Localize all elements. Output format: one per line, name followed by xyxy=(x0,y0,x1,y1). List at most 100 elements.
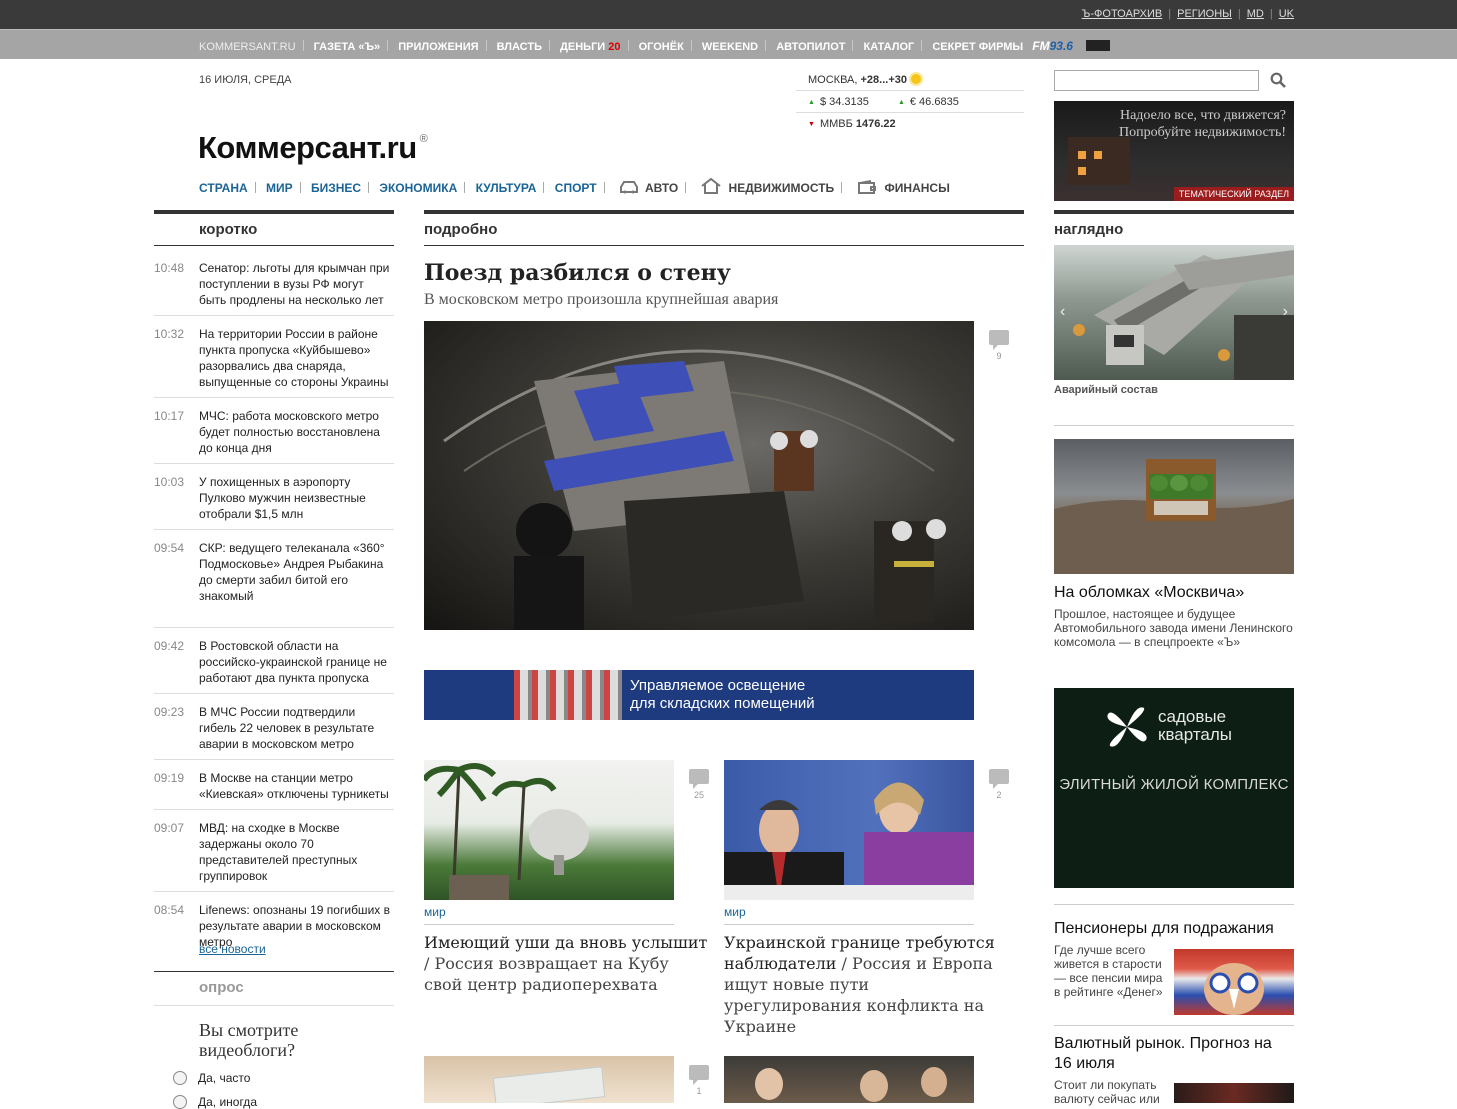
usd-rate[interactable]: $ 34.3135 xyxy=(820,96,869,108)
radio-button[interactable] xyxy=(173,1095,187,1109)
news-item[interactable]: 10:17 МЧС: работа московского метро будет… xyxy=(154,406,394,464)
section-ekonomika[interactable]: ЭКОНОМИКА xyxy=(379,181,457,195)
all-news-link[interactable]: все новости xyxy=(199,942,266,956)
comments-counter[interactable]: 25 xyxy=(689,769,709,800)
house-illustration xyxy=(1068,137,1130,185)
currency-photo[interactable] xyxy=(1174,1083,1294,1103)
news-text[interactable]: МВД: на сходке в Москве задержаны около … xyxy=(199,818,394,884)
story-category[interactable]: мир xyxy=(724,905,746,919)
top-link-photoarchive[interactable]: Ъ-ФОТОАРХИВ xyxy=(1082,8,1163,20)
news-text[interactable]: На территории России в районе пункта про… xyxy=(199,324,394,390)
photo-caption[interactable]: Аварийный состав xyxy=(1054,384,1158,396)
lighting-ad-banner[interactable]: Управляемое освещение для складских помещ… xyxy=(424,670,974,720)
story-photo-card[interactable] xyxy=(424,1056,674,1103)
main-story-subtitle[interactable]: В московском метро произошла крупнейшая … xyxy=(424,291,778,309)
story-title[interactable]: Украинской границе требуются наблюдатели… xyxy=(724,932,1004,1037)
story-title[interactable]: Имеющий уши да вновь услышит / Россия во… xyxy=(424,932,709,995)
news-text[interactable]: МЧС: работа московского метро будет полн… xyxy=(199,406,394,456)
pensioners-photo[interactable] xyxy=(1174,949,1294,1015)
news-item[interactable]: 09:42 В Ростовской области на российско-у… xyxy=(154,636,394,694)
train-wreck-photo[interactable]: ‹ › xyxy=(1054,245,1294,380)
section-kultura[interactable]: КУЛЬТУРА xyxy=(476,181,537,195)
micex-value[interactable]: 1476.22 xyxy=(856,118,896,130)
special-project-title[interactable]: На обломках «Москвича» xyxy=(1054,583,1244,603)
section-sport[interactable]: СПОРТ xyxy=(555,181,597,195)
next-arrow-icon[interactable]: › xyxy=(1274,303,1288,321)
nav-item-katalog[interactable]: КАТАЛОГ xyxy=(864,41,915,53)
nav-item-vlast[interactable]: ВЛАСТЬ xyxy=(497,41,542,53)
pensioners-title[interactable]: Пенсионеры для подражания xyxy=(1054,919,1274,939)
currency-forecast-text: Стоит ли покупать валюту сейчас или xyxy=(1054,1078,1160,1106)
house-icon xyxy=(700,177,721,194)
news-time: 09:07 xyxy=(154,821,185,835)
news-item[interactable]: 08:54 Lifenews: опознаны 19 погибших в ре… xyxy=(154,900,394,957)
story-photo-poroshenko-merkel[interactable] xyxy=(724,760,974,900)
poll-option[interactable]: Да, иногда xyxy=(173,1095,257,1109)
top-link-md[interactable]: MD xyxy=(1247,8,1264,20)
main-story-photo[interactable] xyxy=(424,321,974,630)
fm-logo[interactable]: FM93.6 xyxy=(1032,39,1073,53)
nav-item-ogonek[interactable]: ОГОНЁК xyxy=(639,41,684,53)
main-story-title[interactable]: Поезд разбился о стену xyxy=(424,260,731,286)
moskvich-photo[interactable] xyxy=(1054,439,1294,574)
news-item[interactable]: 10:32 На территории России в районе пункт… xyxy=(154,324,394,398)
radio-button[interactable] xyxy=(173,1071,187,1085)
news-text[interactable]: В Москве на станции метро «Киевская» отк… xyxy=(199,768,394,802)
comments-counter[interactable]: 1 xyxy=(689,1065,709,1096)
news-item[interactable]: 09:54 СКР: ведущего телеканала «360° Подм… xyxy=(154,538,394,628)
dengi-badge: 20 xyxy=(608,41,621,53)
top-link-uk[interactable]: UK xyxy=(1279,8,1294,20)
news-text[interactable]: В Ростовской области на российско-украин… xyxy=(199,636,394,686)
section-biznes[interactable]: БИЗНЕС xyxy=(311,181,361,195)
car-icon xyxy=(619,181,638,194)
ad-label: ТЕМАТИЧЕСКИЙ РАЗДЕЛ xyxy=(1174,187,1294,201)
micex-label: ММВБ xyxy=(819,118,853,130)
nav-item-site[interactable]: KOMMERSANT.RU xyxy=(199,41,296,53)
news-item[interactable]: 10:03 У похищенных в аэропорту Пулково му… xyxy=(154,472,394,530)
search-input[interactable] xyxy=(1054,70,1259,91)
nav-item-avtopilot[interactable]: АВТОПИЛОТ xyxy=(776,41,845,53)
section-avto[interactable]: АВТО xyxy=(645,181,678,195)
ad-tagline: ЭЛИТНЫЙ ЖИЛОЙ КОМПЛЕКС xyxy=(1059,776,1289,793)
nav-item-gazeta[interactable]: ГАЗЕТА «Ъ» xyxy=(314,41,381,53)
news-item[interactable]: 09:23 В МЧС России подтвердили гибель 22 … xyxy=(154,702,394,760)
news-text[interactable]: Сенатор: льготы для крымчан при поступле… xyxy=(199,258,394,308)
comments-counter[interactable]: 9 xyxy=(989,330,1009,361)
nav-item-prilozheniya[interactable]: ПРИЛОЖЕНИЯ xyxy=(398,41,478,53)
ak-logo-icon[interactable] xyxy=(1086,40,1111,51)
story-photo-cuba[interactable] xyxy=(424,760,674,900)
news-item[interactable]: 09:19 В Москве на станции метро «Киевская… xyxy=(154,768,394,810)
search-icon[interactable] xyxy=(1270,72,1286,88)
news-text[interactable]: СКР: ведущего телеканала «360° Подмосков… xyxy=(199,538,394,604)
eur-rate[interactable]: € 46.6835 xyxy=(910,96,959,108)
top-link-regions[interactable]: РЕГИОНЫ xyxy=(1177,8,1232,20)
currency-forecast-title[interactable]: Валютный рынок. Прогноз на 16 июля xyxy=(1054,1034,1294,1074)
story-category[interactable]: мир xyxy=(424,905,446,919)
currency-rates: ▲ $ 34.3135 ▲ € 46.6835 ▼ ММВБ 1476.22 xyxy=(796,90,1024,135)
pensioners-text: Где лучше всего живется в старости — все… xyxy=(1054,943,1163,999)
nav-item-weekend[interactable]: WEEKEND xyxy=(702,41,758,53)
section-finansy[interactable]: ФИНАНСЫ xyxy=(885,181,950,195)
prev-arrow-icon[interactable]: ‹ xyxy=(1060,303,1074,321)
news-text[interactable]: У похищенных в аэропорту Пулково мужчин … xyxy=(199,472,394,522)
section-mir[interactable]: МИР xyxy=(266,181,293,195)
top-bar: Ъ-ФОТОАРХИВ | РЕГИОНЫ | MD | UK xyxy=(0,0,1457,29)
poll-option[interactable]: Да, часто xyxy=(173,1071,250,1085)
story-photo-parliament[interactable] xyxy=(724,1056,974,1103)
news-text[interactable]: В МЧС России подтвердили гибель 22 челов… xyxy=(199,702,394,752)
garden-quarters-ad[interactable]: садовые кварталы ЭЛИТНЫЙ ЖИЛОЙ КОМПЛЕКС xyxy=(1054,688,1294,888)
news-item[interactable]: 09:07 МВД: на сходке в Москве задержаны о… xyxy=(154,818,394,892)
section-nedvizhimost[interactable]: НЕДВИЖИМОСТЬ xyxy=(729,181,835,195)
news-time: 10:48 xyxy=(154,261,185,275)
nav-item-sekret[interactable]: СЕКРЕТ ФИРМЫ xyxy=(932,41,1023,53)
section-strana[interactable]: СТРАНА xyxy=(199,181,248,195)
comments-counter[interactable]: 2 xyxy=(989,769,1009,800)
nav-item-dengi[interactable]: ДЕНЬГИ 20 xyxy=(560,41,620,53)
news-time: 09:23 xyxy=(154,705,185,719)
news-time: 10:17 xyxy=(154,409,185,423)
realty-ad-banner[interactable]: Надоело все, что движется? Попробуйте нед… xyxy=(1054,101,1294,201)
news-item[interactable]: 10:48 Сенатор: льготы для крымчан при пос… xyxy=(154,258,394,316)
site-logo[interactable]: Коммерсант.ru ® xyxy=(198,130,428,166)
leaf-logo-icon xyxy=(1107,707,1147,747)
weather[interactable]: МОСКВА, +28...+30 xyxy=(808,74,1024,86)
